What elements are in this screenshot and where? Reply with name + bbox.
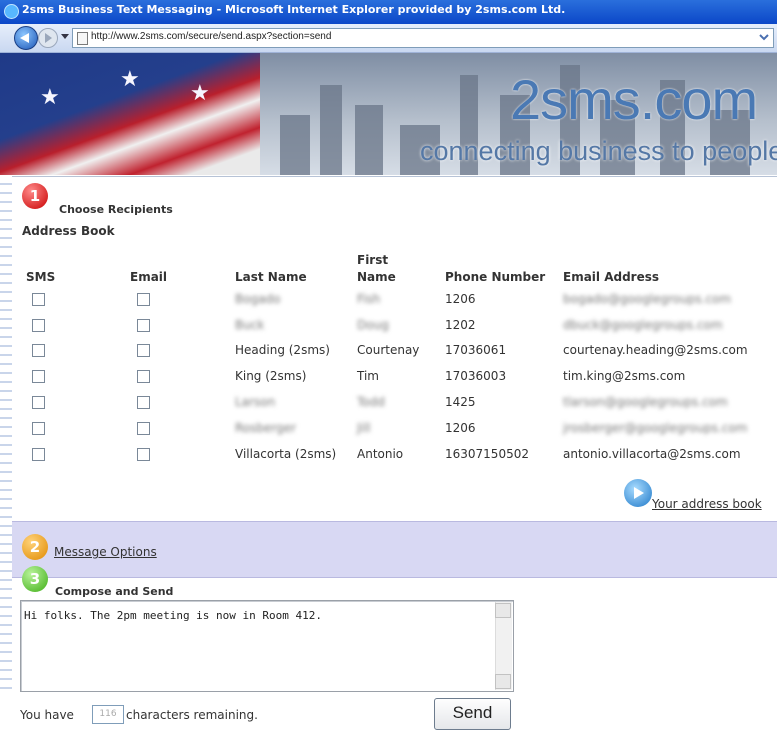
col-header-last-name: Last Name [235, 270, 307, 284]
window-title: 2sms Business Text Messaging - Microsoft… [22, 3, 566, 16]
col-header-sms: SMS [26, 270, 56, 284]
col-header-phone: Phone Number [445, 270, 546, 284]
step2-badge: 2 [22, 534, 48, 560]
forward-button[interactable] [38, 28, 58, 48]
sms-checkbox[interactable] [32, 396, 45, 409]
cell-last-name: Buck [235, 318, 265, 332]
cell-email: courtenay.heading@2sms.com [563, 343, 748, 357]
cell-first-name: Antonio [357, 447, 404, 461]
message-text[interactable]: Hi folks. The 2pm meeting is now in Room… [24, 609, 322, 622]
cell-email: tlarson@googlegroups.com [563, 395, 728, 409]
message-textarea[interactable]: Hi folks. The 2pm meeting is now in Room… [20, 600, 514, 692]
cell-first-name: Fish [357, 292, 381, 306]
chars-remaining-counter: 116 [92, 705, 124, 724]
address-url[interactable]: http://www.2sms.com/secure/send.aspx?sec… [91, 31, 331, 42]
address-bar[interactable]: http://www.2sms.com/secure/send.aspx?sec… [72, 28, 774, 48]
cell-last-name: Villacorta (2sms) [235, 447, 337, 461]
cell-email: tim.king@2sms.com [563, 369, 686, 383]
cell-phone: 1425 [445, 395, 476, 409]
left-decor-stripes [0, 176, 12, 690]
sms-checkbox[interactable] [32, 422, 45, 435]
back-button[interactable] [14, 26, 38, 50]
cell-email: jrosberger@googlegroups.com [563, 421, 748, 435]
cell-first-name: Tim [357, 369, 379, 383]
page-icon [77, 32, 88, 45]
recipients-section: 1 Choose Recipients Address Book SMS Ema… [12, 176, 777, 522]
cell-email: antonio.villacorta@2sms.com [563, 447, 741, 461]
step1-badge: 1 [22, 183, 48, 209]
cell-first-name: Doug [357, 318, 389, 332]
send-button[interactable]: Send [434, 698, 511, 730]
sms-checkbox[interactable] [32, 344, 45, 357]
email-checkbox[interactable] [137, 370, 150, 383]
cell-first-name: Jill [357, 421, 371, 435]
cell-first-name: Courtenay [357, 343, 420, 357]
address-book-title: Address Book [22, 224, 115, 238]
cell-last-name: Bogado [235, 292, 281, 306]
brand-logo: 2sms.com [510, 68, 758, 131]
email-checkbox[interactable] [137, 396, 150, 409]
email-checkbox[interactable] [137, 319, 150, 332]
compose-send-heading: Compose and Send [55, 585, 174, 598]
message-options-section: 2 Message Options [12, 521, 777, 578]
cell-email: dbuck@googlegroups.com [563, 318, 723, 332]
cell-last-name: King (2sms) [235, 369, 307, 383]
sms-checkbox[interactable] [32, 370, 45, 383]
cell-phone: 1206 [445, 421, 476, 435]
scroll-up-icon[interactable] [495, 603, 511, 618]
cell-phone: 17036061 [445, 343, 507, 357]
ie-icon [4, 4, 19, 19]
email-checkbox[interactable] [137, 448, 150, 461]
cell-phone: 1202 [445, 318, 476, 332]
scroll-down-icon[interactable] [495, 674, 511, 689]
message-options-link[interactable]: Message Options [54, 545, 157, 559]
sms-checkbox[interactable] [32, 293, 45, 306]
email-checkbox[interactable] [137, 422, 150, 435]
email-checkbox[interactable] [137, 344, 150, 357]
email-checkbox[interactable] [137, 293, 150, 306]
chevron-down-icon[interactable] [759, 31, 769, 43]
flag-image: ★ ★ ★ [0, 53, 260, 175]
cell-phone: 1206 [445, 292, 476, 306]
col-header-email: Email [130, 270, 168, 284]
col-header-first-name: First Name [357, 253, 396, 284]
chars-remaining-prefix: You have [20, 708, 74, 722]
site-banner: ★ ★ ★ 2sms.com connecting business to pe… [0, 53, 777, 175]
your-address-book-link[interactable]: Your address book [652, 497, 762, 511]
cell-last-name: Rosberger [235, 421, 297, 435]
choose-recipients-heading: Choose Recipients [59, 203, 173, 216]
cell-email: bogado@googlegroups.com [563, 292, 732, 306]
col-header-email-address: Email Address [563, 270, 660, 284]
sms-checkbox[interactable] [32, 448, 45, 461]
cell-phone: 17036003 [445, 369, 507, 383]
address-book-arrow-icon[interactable] [624, 479, 652, 507]
history-dropdown-icon[interactable] [61, 34, 69, 39]
browser-navbar: http://www.2sms.com/secure/send.aspx?sec… [0, 24, 777, 53]
cell-first-name: Todd [357, 395, 385, 409]
cell-last-name: Heading (2sms) [235, 343, 330, 357]
sms-checkbox[interactable] [32, 319, 45, 332]
step3-badge: 3 [22, 566, 48, 592]
brand-tagline: connecting business to people [420, 136, 777, 166]
cell-phone: 16307150502 [445, 447, 529, 461]
window-titlebar: 2sms Business Text Messaging - Microsoft… [0, 0, 777, 24]
cell-last-name: Larson [235, 395, 276, 409]
chars-remaining-suffix: characters remaining. [126, 708, 258, 722]
